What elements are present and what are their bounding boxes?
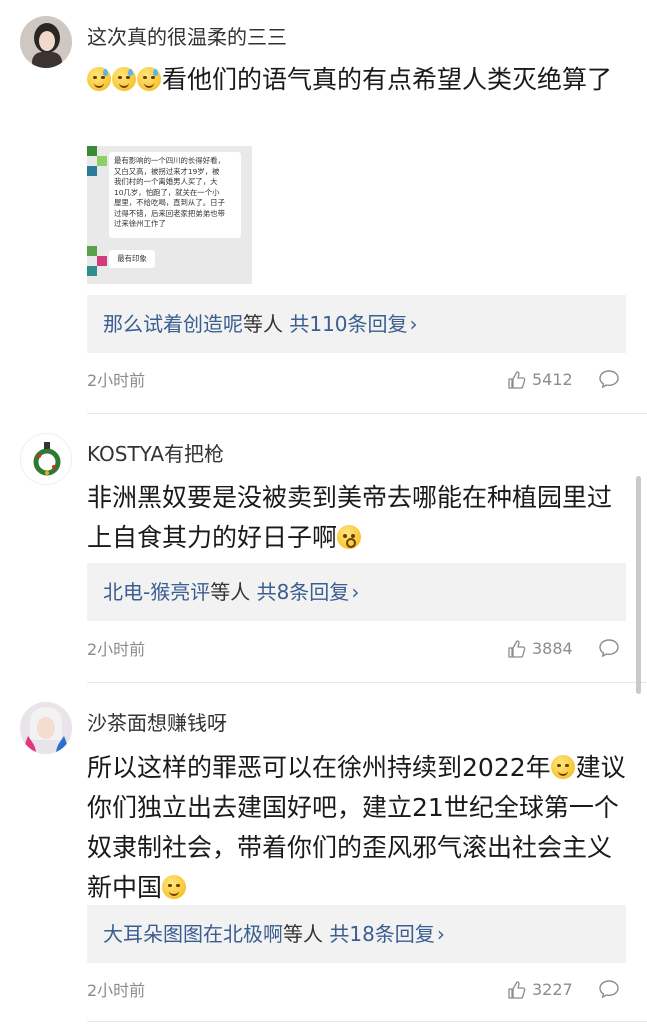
like-button[interactable]: 5412 xyxy=(507,370,573,390)
comment-text: 看他们的语气真的有点希望人类灭绝算了 xyxy=(87,60,627,100)
comment-text-body: 看他们的语气真的有点希望人类灭绝算了 xyxy=(162,65,613,94)
comment-text: 所以这样的罪恶可以在徐州持续到2022年 建议你们独立出去建国好吧，建立21世纪全… xyxy=(87,748,627,908)
username[interactable]: 这次真的很温柔的三三 xyxy=(87,25,287,49)
sweat-face-icon xyxy=(87,67,111,91)
divider xyxy=(87,1021,647,1022)
chevron-right-icon: › xyxy=(351,580,360,604)
reply-button[interactable] xyxy=(598,638,620,658)
avatar[interactable] xyxy=(20,16,72,68)
reply-author[interactable]: 大耳朵图图在北极啊 xyxy=(103,922,283,946)
sweat-face-icon xyxy=(137,67,161,91)
divider xyxy=(87,682,647,683)
reply-author[interactable]: 那么试着创造呢 xyxy=(103,312,243,336)
scrollbar[interactable] xyxy=(636,476,641,694)
image-chat-bubble: 最有影响的一个四川的长得好看， 又白又高，被拐过来才19岁，被 我们村的一个离婚… xyxy=(109,152,241,238)
comment-time: 2小时前 xyxy=(87,640,146,659)
reply-label: 等人 xyxy=(283,922,323,946)
comment-time: 2小时前 xyxy=(87,981,146,1000)
chevron-right-icon: › xyxy=(436,922,445,946)
divider xyxy=(87,413,647,414)
user-avatar-girl-icon xyxy=(20,16,72,68)
reply-count[interactable]: 共8条回复 xyxy=(257,580,350,604)
reply-summary[interactable]: 那么试着创造呢等人 共110条回复 › xyxy=(87,295,626,353)
comment-image[interactable]: 最有影响的一个四川的长得好看， 又白又高，被拐过来才19岁，被 我们村的一个离婚… xyxy=(87,146,252,284)
comment-bubble-icon xyxy=(599,639,619,658)
user-avatar-anime-icon xyxy=(20,702,72,754)
like-count: 3227 xyxy=(532,980,573,999)
image-chat-bubble-2: 最有印象 xyxy=(109,250,155,268)
avatar[interactable] xyxy=(20,702,72,754)
reply-label: 等人 xyxy=(243,312,283,336)
user-avatar-wreath-icon xyxy=(21,434,71,484)
thumbs-up-icon xyxy=(508,371,526,389)
comment-text: 非洲黑奴要是没被卖到美帝去哪能在种植园里过上自食其力的好日子啊 xyxy=(87,478,627,558)
like-button[interactable]: 3227 xyxy=(507,980,573,1000)
thumbs-up-icon xyxy=(508,640,526,658)
reply-count[interactable]: 共18条回复 xyxy=(329,922,434,946)
smile-face-icon xyxy=(550,755,575,779)
reply-author[interactable]: 北电-猴亮评 xyxy=(103,580,210,604)
smile-face-icon xyxy=(162,875,187,899)
chevron-right-icon: › xyxy=(409,312,418,336)
comment-text-body: 所以这样的罪恶可以在徐州持续到2022年 xyxy=(87,753,551,782)
reply-summary[interactable]: 北电-猴亮评等人 共8条回复 › xyxy=(87,563,626,621)
reply-button[interactable] xyxy=(598,979,620,999)
like-count: 5412 xyxy=(532,370,573,389)
reply-summary[interactable]: 大耳朵图图在北极啊等人 共18条回复 › xyxy=(87,905,626,963)
reply-label: 等人 xyxy=(210,580,251,604)
like-button[interactable]: 3884 xyxy=(507,639,573,659)
comment-bubble-icon xyxy=(599,370,619,389)
sweat-face-icon xyxy=(112,67,136,91)
shocked-face-icon xyxy=(337,525,362,549)
like-count: 3884 xyxy=(532,639,573,658)
reply-button[interactable] xyxy=(598,369,620,389)
thumbs-up-icon xyxy=(508,981,526,999)
comment-time: 2小时前 xyxy=(87,371,146,390)
comment-bubble-icon xyxy=(599,980,619,999)
username[interactable]: KOSTYA有把枪 xyxy=(87,442,224,466)
username[interactable]: 沙茶面想赚钱呀 xyxy=(87,711,227,735)
reply-count[interactable]: 共110条回复 xyxy=(289,312,407,336)
avatar[interactable] xyxy=(20,433,72,485)
